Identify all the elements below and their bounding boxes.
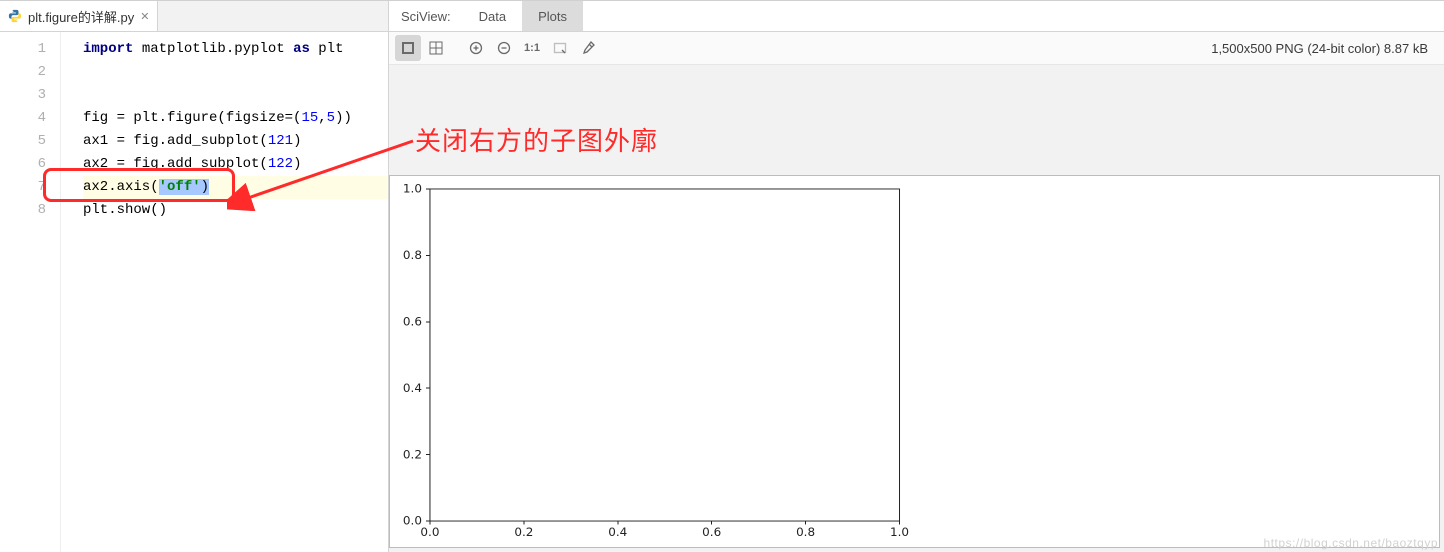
sciview-pane: SciView: Data Plots 1:1 1,500x500 PNG (2… [389,1,1444,552]
plot-viewport[interactable]: 关闭右方的子图外廓 0.0 0.2 0.4 0.6 0.8 1.0 0.0 0.2 0.4 0.6… [389,65,1444,552]
sciview-tab-bar: SciView: Data Plots [389,1,1444,32]
plot-canvas: 0.0 0.2 0.4 0.6 0.8 1.0 0.0 0.2 0.4 0.6 0.8 1.0 [389,175,1440,548]
svg-text:1.0: 1.0 [403,182,422,195]
bounds-icon[interactable] [547,35,573,61]
svg-text:0.8: 0.8 [403,249,422,262]
one-to-one-icon[interactable]: 1:1 [519,35,545,61]
sciview-label: SciView: [389,9,463,24]
svg-text:0.6: 0.6 [403,315,422,328]
editor-pane: plt.figure的详解.py ✕ 1 2 3 4 5 6 7 8 impor… [0,1,389,552]
svg-text:0.0: 0.0 [403,514,422,527]
svg-text:0.6: 0.6 [702,525,721,538]
line-gutter: 1 2 3 4 5 6 7 8 [0,32,61,552]
python-file-icon [8,9,22,23]
code-body[interactable]: import matplotlib.pyplot as plt fig = pl… [61,32,388,552]
code-editor[interactable]: 1 2 3 4 5 6 7 8 import matplotlib.pyplot… [0,32,388,552]
color-picker-icon[interactable] [575,35,601,61]
file-tab[interactable]: plt.figure的详解.py ✕ [0,1,158,31]
svg-text:0.4: 0.4 [403,381,422,394]
svg-text:0.4: 0.4 [608,525,627,538]
svg-text:0.2: 0.2 [514,525,533,538]
annotation-text: 关闭右方的子图外廓 [415,121,658,158]
image-info: 1,500x500 PNG (24-bit color) 8.87 kB [1211,41,1438,56]
tab-plots[interactable]: Plots [522,1,583,31]
file-tab-bar: plt.figure的详解.py ✕ [0,1,388,32]
grid-icon[interactable] [423,35,449,61]
file-tab-label: plt.figure的详解.py [28,7,134,26]
plot-toolbar: 1:1 1,500x500 PNG (24-bit color) 8.87 kB [389,32,1444,65]
watermark: https://blog.csdn.net/baoztqyp [1264,536,1438,550]
tab-data[interactable]: Data [463,1,522,31]
fit-icon[interactable] [395,35,421,61]
zoom-in-icon[interactable] [463,35,489,61]
svg-text:1.0: 1.0 [890,525,909,538]
svg-text:0.8: 0.8 [796,525,815,538]
zoom-out-icon[interactable] [491,35,517,61]
svg-text:0.0: 0.0 [420,525,439,538]
close-icon[interactable]: ✕ [140,10,149,23]
svg-text:0.2: 0.2 [403,448,422,461]
